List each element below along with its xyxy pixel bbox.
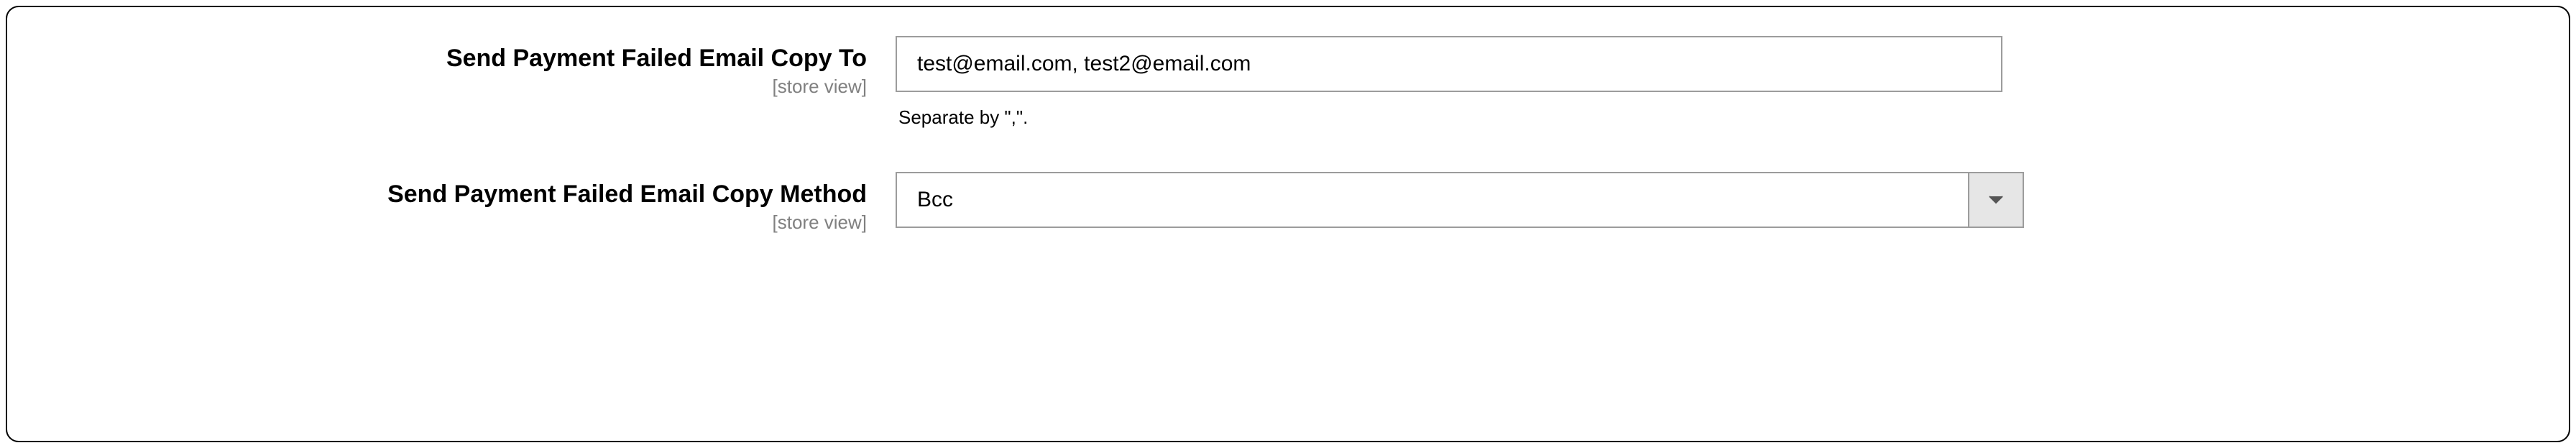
help-text-copy-to: Separate by ",".: [896, 106, 2024, 129]
field-col-copy-method: Bcc: [896, 172, 2024, 228]
label-col-copy-to: Send Payment Failed Email Copy To [store…: [47, 36, 896, 98]
config-panel: Send Payment Failed Email Copy To [store…: [6, 6, 2570, 442]
field-row-copy-method: Send Payment Failed Email Copy Method [s…: [47, 172, 2529, 234]
scope-copy-to: [store view]: [47, 76, 867, 98]
select-display-value: Bcc: [896, 172, 2024, 228]
scope-copy-method: [store view]: [47, 211, 867, 234]
payment-failed-email-copy-method-select[interactable]: Bcc: [896, 172, 2024, 228]
field-row-copy-to: Send Payment Failed Email Copy To [store…: [47, 36, 2529, 129]
label-copy-to: Send Payment Failed Email Copy To: [47, 43, 867, 74]
label-col-copy-method: Send Payment Failed Email Copy Method [s…: [47, 172, 896, 234]
payment-failed-email-copy-to-input[interactable]: [896, 36, 2002, 92]
field-col-copy-to: Separate by ",".: [896, 36, 2024, 129]
label-copy-method: Send Payment Failed Email Copy Method: [47, 179, 867, 210]
